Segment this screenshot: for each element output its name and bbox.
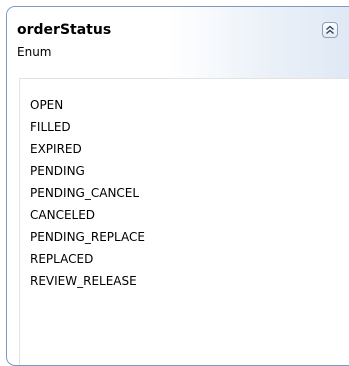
enum-shape[interactable]: orderStatus Enum OPEN FILLED EXPIRED PEN… <box>6 6 349 366</box>
enum-value[interactable]: PENDING <box>30 160 145 182</box>
enum-value[interactable]: PENDING_CANCEL <box>30 182 145 204</box>
enum-stereotype: Enum <box>17 45 52 59</box>
enum-value[interactable]: EXPIRED <box>30 138 145 160</box>
enum-value[interactable]: CANCELED <box>30 204 145 226</box>
enum-values-list: OPEN FILLED EXPIRED PENDING PENDING_CANC… <box>30 94 145 292</box>
enum-value[interactable]: OPEN <box>30 94 145 116</box>
enum-value[interactable]: FILLED <box>30 116 145 138</box>
enum-name: orderStatus <box>17 22 112 38</box>
enum-value[interactable]: REPLACED <box>30 248 145 270</box>
enum-value[interactable]: PENDING_REPLACE <box>30 226 145 248</box>
enum-header[interactable]: orderStatus Enum <box>7 7 349 78</box>
double-chevron-up-icon <box>326 25 334 34</box>
values-compartment: OPEN FILLED EXPIRED PENDING PENDING_CANC… <box>19 78 349 365</box>
collapse-button[interactable] <box>322 22 338 38</box>
enum-value[interactable]: REVIEW_RELEASE <box>30 270 145 292</box>
